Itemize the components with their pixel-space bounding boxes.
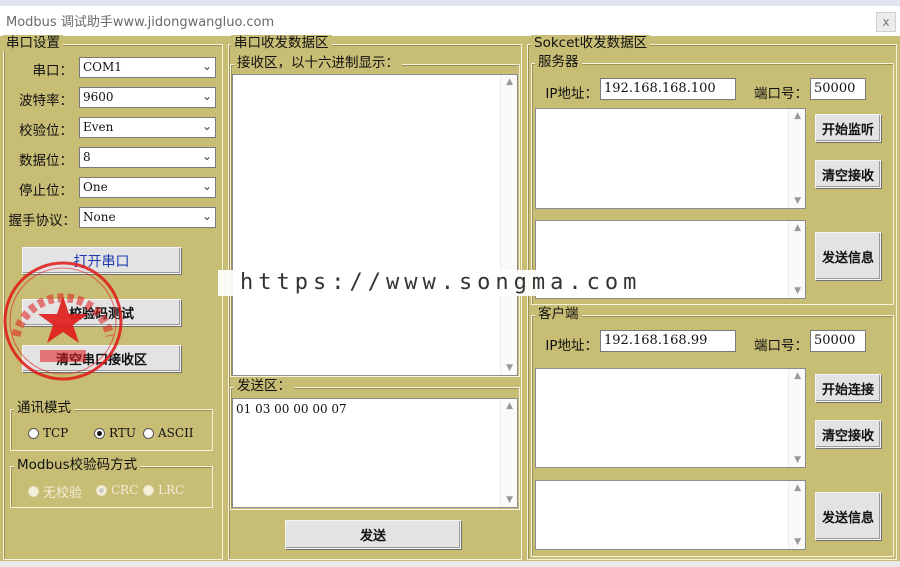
send-textarea[interactable]: 01 03 00 00 00 07 ▲ ▼ (232, 398, 518, 508)
title-bar: Modbus 调试助手www.jidongwangluo.com x (0, 6, 900, 36)
send-content: 01 03 00 00 00 07 (236, 402, 347, 416)
client-ip-input[interactable]: 192.168.168.99 (600, 330, 736, 352)
chevron-down-icon: ⌄ (201, 209, 212, 223)
radio-button-selected-icon (96, 484, 107, 496)
chevron-down-icon: ⌄ (201, 179, 212, 193)
port-select[interactable]: COM1 ⌄ (79, 57, 216, 78)
chevron-down-icon: ⌄ (201, 89, 212, 103)
baud-value: 9600 (83, 90, 114, 104)
receive-scrollbar[interactable]: ▲ ▼ (500, 75, 517, 375)
radio-ascii[interactable]: ASCII (143, 426, 194, 440)
send-area-title: 发送区： (234, 378, 294, 394)
watermark-banner: https://www.songma.com (218, 270, 680, 296)
radio-no-checksum[interactable]: 无校验 (28, 482, 82, 501)
server-send-button[interactable]: 发送信息 (815, 232, 881, 280)
parity-value: Even (83, 120, 114, 134)
receive-area-title: 接收区，以十六进制显示： (234, 55, 402, 71)
receive-textarea[interactable]: ▲ ▼ (232, 74, 518, 376)
status-bar (0, 561, 900, 567)
client-port-input[interactable]: 50000 (810, 330, 866, 352)
start-connect-button[interactable]: 开始连接 (815, 374, 881, 402)
client-ip-label: IP地址： (545, 338, 598, 354)
chevron-down-icon: ⌄ (201, 149, 212, 163)
scroll-down-icon: ▼ (506, 363, 513, 373)
radio-button-icon (143, 427, 154, 439)
parity-label: 校验位： (19, 123, 73, 139)
server-ip-label: IP地址： (545, 86, 598, 102)
server-receive-scrollbar[interactable]: ▲ ▼ (788, 109, 805, 208)
checksum-mode-title: Modbus校验码方式 (14, 457, 141, 473)
handshake-select[interactable]: None ⌄ (79, 207, 216, 228)
port-label: 串口： (32, 63, 74, 79)
send-button[interactable]: 发送 (285, 520, 461, 549)
radio-lrc[interactable]: LRC (143, 483, 184, 497)
client-port-label: 端口号： (754, 338, 808, 354)
radio-rtu[interactable]: RTU (94, 426, 136, 440)
server-receive-textarea[interactable]: ▲ ▼ (535, 108, 806, 209)
stop-bits-select[interactable]: One ⌄ (79, 177, 216, 198)
radio-button-icon (28, 486, 39, 497)
baud-select[interactable]: 9600 ⌄ (79, 87, 216, 108)
client-title: 客户端 (535, 306, 582, 322)
serial-io-title: 串口收发数据区 (231, 35, 332, 51)
scroll-up-icon: ▲ (506, 401, 513, 411)
server-title: 服务器 (535, 54, 582, 70)
client-send-textarea[interactable]: ▲ ▼ (535, 480, 806, 550)
port-value: COM1 (83, 60, 122, 74)
comm-mode-title: 通讯模式 (14, 400, 74, 416)
server-clear-button[interactable]: 清空接收 (815, 160, 881, 188)
client-send-button[interactable]: 发送信息 (815, 492, 881, 540)
scroll-up-icon: ▲ (794, 371, 801, 381)
radio-button-icon (28, 427, 39, 439)
seal-stamp-icon (3, 261, 123, 381)
handshake-value: None (83, 210, 116, 224)
server-port-input[interactable]: 50000 (810, 78, 866, 100)
radio-tcp[interactable]: TCP (28, 426, 68, 440)
scroll-up-icon: ▲ (794, 223, 801, 233)
data-bits-label: 数据位： (19, 153, 73, 169)
handshake-label: 握手协议： (8, 213, 77, 229)
scroll-up-icon: ▲ (794, 111, 801, 121)
scroll-down-icon: ▼ (794, 455, 801, 465)
radio-crc[interactable]: CRC (96, 483, 138, 497)
stop-bits-label: 停止位： (19, 183, 73, 199)
client-clear-button[interactable]: 清空接收 (815, 420, 881, 448)
socket-title: Sokcet收发数据区 (531, 35, 651, 51)
scroll-down-icon: ▼ (794, 286, 801, 296)
radio-button-selected-icon (94, 427, 105, 439)
chevron-down-icon: ⌄ (201, 59, 212, 73)
server-send-scrollbar[interactable]: ▲ ▼ (788, 221, 805, 298)
close-button[interactable]: x (876, 12, 896, 32)
scroll-down-icon: ▼ (794, 196, 801, 206)
data-bits-value: 8 (83, 150, 91, 164)
radio-button-icon (143, 484, 154, 496)
client-receive-textarea[interactable]: ▲ ▼ (535, 368, 806, 468)
chevron-down-icon: ⌄ (201, 119, 212, 133)
scroll-up-icon: ▲ (506, 77, 513, 87)
client-receive-scrollbar[interactable]: ▲ ▼ (788, 369, 805, 467)
send-scrollbar[interactable]: ▲ ▼ (500, 399, 517, 507)
scroll-down-icon: ▼ (794, 537, 801, 547)
server-port-label: 端口号： (754, 86, 808, 102)
stop-bits-value: One (83, 180, 108, 194)
baud-label: 波特率： (19, 93, 73, 109)
data-bits-select[interactable]: 8 ⌄ (79, 147, 216, 168)
scroll-up-icon: ▲ (794, 483, 801, 493)
serial-settings-title: 串口设置 (3, 35, 63, 51)
server-ip-input[interactable]: 192.168.168.100 (600, 78, 736, 100)
scroll-down-icon: ▼ (506, 495, 513, 505)
start-listen-button[interactable]: 开始监听 (815, 114, 881, 142)
window-title: Modbus 调试助手www.jidongwangluo.com (6, 15, 275, 30)
parity-select[interactable]: Even ⌄ (79, 117, 216, 138)
client-send-scrollbar[interactable]: ▲ ▼ (788, 481, 805, 549)
